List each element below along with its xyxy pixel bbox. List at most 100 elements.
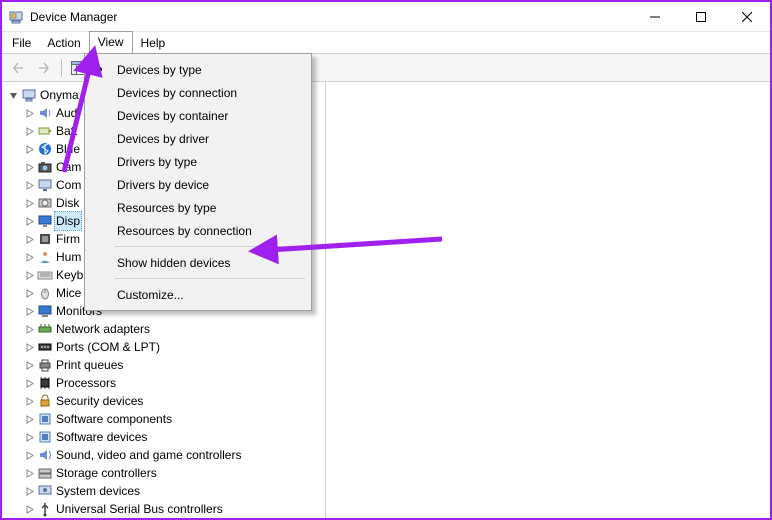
expand-icon[interactable] <box>22 214 36 228</box>
tree-node-label: Disk <box>56 194 79 212</box>
menu-item-label: Resources by type <box>117 201 216 215</box>
tree-node-label: Blue <box>56 140 80 158</box>
system-icon <box>37 483 53 499</box>
view-menu-item[interactable]: Show hidden devices <box>85 251 311 274</box>
view-menu-item[interactable]: Resources by type <box>85 196 311 219</box>
tree-node[interactable]: Network adapters <box>22 320 325 338</box>
monitor-icon <box>37 303 53 319</box>
menu-item-label: Resources by connection <box>117 224 252 238</box>
collapse-icon[interactable] <box>6 88 20 102</box>
tree-node[interactable]: System devices <box>22 482 325 500</box>
expand-icon[interactable] <box>22 322 36 336</box>
tree-node-label: Com <box>56 176 81 194</box>
expand-icon[interactable] <box>22 466 36 480</box>
expand-icon[interactable] <box>22 340 36 354</box>
menu-item-label: Show hidden devices <box>117 256 230 270</box>
view-menu-item[interactable]: Devices by container <box>85 104 311 127</box>
camera-icon <box>37 159 53 175</box>
bluetooth-icon <box>37 141 53 157</box>
menu-file[interactable]: File <box>4 32 39 53</box>
keyboard-icon <box>37 267 53 283</box>
human-icon <box>37 249 53 265</box>
tree-node[interactable]: Software devices <box>22 428 325 446</box>
cpu-icon <box>37 375 53 391</box>
display-icon <box>37 213 53 229</box>
tree-node[interactable]: Universal Serial Bus controllers <box>22 500 325 518</box>
expand-icon[interactable] <box>22 160 36 174</box>
printer-icon <box>37 357 53 373</box>
tree-node-label: Storage controllers <box>56 464 157 482</box>
tree-node-label: Security devices <box>56 392 143 410</box>
tree-node[interactable]: Storage controllers <box>22 464 325 482</box>
expand-icon[interactable] <box>22 412 36 426</box>
expand-icon[interactable] <box>22 286 36 300</box>
menu-item-label: Devices by driver <box>117 132 209 146</box>
expand-icon[interactable] <box>22 394 36 408</box>
battery-icon <box>37 123 53 139</box>
forward-button[interactable] <box>32 56 56 80</box>
tree-node-label: System devices <box>56 482 140 500</box>
expand-icon[interactable] <box>22 376 36 390</box>
view-menu-item[interactable]: Devices by type <box>85 58 311 81</box>
tree-node-label: Network adapters <box>56 320 150 338</box>
tree-node-label: Print queues <box>56 356 123 374</box>
window-title: Device Manager <box>30 10 117 24</box>
expand-icon[interactable] <box>22 142 36 156</box>
tree-node-label: Processors <box>56 374 116 392</box>
expand-icon[interactable] <box>22 358 36 372</box>
tree-node-label: Disp <box>54 211 82 231</box>
expand-icon[interactable] <box>22 502 36 516</box>
view-menu-item[interactable]: Customize... <box>85 283 311 306</box>
tree-node-label: Hum <box>56 248 81 266</box>
view-menu-dropdown: Devices by type Devices by connection Devi… <box>84 53 312 311</box>
view-menu-item[interactable]: Drivers by type <box>85 150 311 173</box>
view-menu-item[interactable]: Drivers by device <box>85 173 311 196</box>
menu-item-label: Devices by connection <box>117 86 237 100</box>
menu-separator <box>115 278 305 279</box>
expand-icon[interactable] <box>22 106 36 120</box>
tree-node-label: Software devices <box>56 428 147 446</box>
menubar: FileActionViewHelp <box>2 32 770 54</box>
menu-help[interactable]: Help <box>133 32 174 53</box>
menu-action[interactable]: Action <box>39 32 88 53</box>
tree-node[interactable]: Security devices <box>22 392 325 410</box>
usb-icon <box>37 501 53 517</box>
close-button[interactable] <box>724 2 770 32</box>
expand-icon[interactable] <box>22 484 36 498</box>
tree-node[interactable]: Ports (COM & LPT) <box>22 338 325 356</box>
back-button[interactable] <box>6 56 30 80</box>
radio-bullet-icon <box>97 67 102 72</box>
menu-item-label: Drivers by type <box>117 155 197 169</box>
expand-icon[interactable] <box>22 430 36 444</box>
computer-icon <box>37 177 53 193</box>
view-menu-item[interactable]: Devices by connection <box>85 81 311 104</box>
tree-node[interactable]: Sound, video and game controllers <box>22 446 325 464</box>
audio-icon <box>37 105 53 121</box>
tree-node[interactable]: Print queues <box>22 356 325 374</box>
software-icon <box>37 429 53 445</box>
titlebar: Device Manager <box>2 2 770 32</box>
expand-icon[interactable] <box>22 178 36 192</box>
expand-icon[interactable] <box>22 124 36 138</box>
expand-icon[interactable] <box>22 196 36 210</box>
tree-node-label: Software components <box>56 410 172 428</box>
tree-node[interactable]: Processors <box>22 374 325 392</box>
tree-node-label: Universal Serial Bus controllers <box>56 500 223 518</box>
expand-icon[interactable] <box>22 448 36 462</box>
disk-icon <box>37 195 53 211</box>
view-menu-item[interactable]: Devices by driver <box>85 127 311 150</box>
expand-icon[interactable] <box>22 232 36 246</box>
security-icon <box>37 393 53 409</box>
tree-node[interactable]: Software components <box>22 410 325 428</box>
expand-icon[interactable] <box>22 304 36 318</box>
computer-icon <box>21 87 37 103</box>
minimize-button[interactable] <box>632 2 678 32</box>
menu-item-label: Devices by container <box>117 109 228 123</box>
maximize-button[interactable] <box>678 2 724 32</box>
expand-icon[interactable] <box>22 268 36 282</box>
expand-icon[interactable] <box>22 250 36 264</box>
menu-view[interactable]: View <box>89 31 133 53</box>
tree-node-label: Cam <box>56 158 81 176</box>
tree-node-label: Keyb <box>56 266 83 284</box>
view-menu-item[interactable]: Resources by connection <box>85 219 311 242</box>
